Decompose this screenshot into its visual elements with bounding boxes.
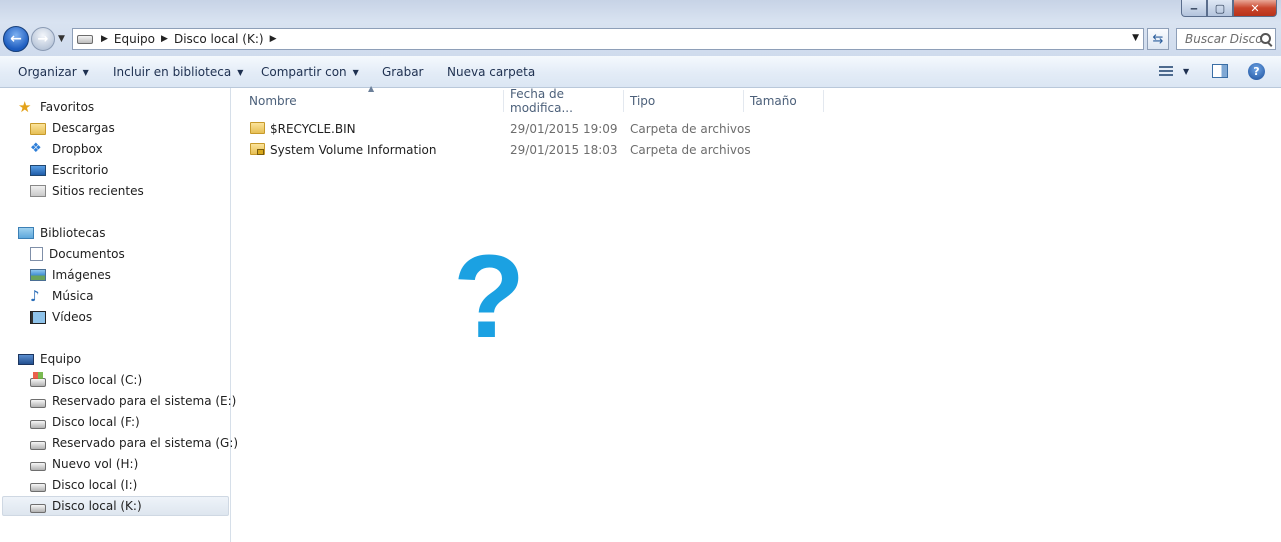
nav-item-documentos[interactable]: Documentos — [30, 244, 125, 264]
chevron-down-icon: ▼ — [58, 34, 65, 44]
windows-drive-icon — [30, 371, 46, 387]
downloads-folder-icon — [30, 123, 46, 135]
lock-icon — [257, 149, 264, 155]
nav-item-drive-c[interactable]: Disco local (C:) — [30, 370, 142, 390]
nav-item-drive-i[interactable]: Disco local (I:) — [30, 475, 137, 495]
desktop-icon — [30, 164, 46, 176]
search-box[interactable] — [1176, 28, 1276, 50]
column-header-size[interactable]: Tamaño — [744, 90, 824, 112]
forward-button[interactable]: → — [31, 27, 55, 51]
window-controls: ‒ ▢ ✕ — [1181, 0, 1277, 17]
preview-pane-icon[interactable] — [1212, 64, 1228, 78]
address-bar[interactable]: ▶ Equipo ▶ Disco local (K:) ▶ ▼ — [72, 28, 1144, 50]
refresh-button[interactable]: ⇆ — [1147, 28, 1169, 50]
hard-drive-icon — [30, 503, 46, 513]
folder-icon — [250, 122, 265, 134]
drive-icon — [77, 34, 93, 44]
nav-item-videos[interactable]: Vídeos — [30, 307, 92, 327]
breadcrumb-separator-icon[interactable]: ▶ — [270, 34, 277, 44]
new-folder-button[interactable]: Nueva carpeta — [447, 65, 535, 79]
star-icon: ★ — [18, 98, 32, 116]
film-strip-icon — [30, 310, 46, 324]
title-bar: ‒ ▢ ✕ ← → ▼ ▶ Equipo ▶ Disco local (K:) … — [0, 0, 1281, 56]
hard-drive-icon — [30, 440, 46, 450]
nav-favorites[interactable]: ★ Favoritos — [18, 97, 94, 117]
column-header-date[interactable]: Fecha de modifica... — [504, 87, 624, 115]
nav-item-descargas[interactable]: Descargas — [30, 118, 115, 138]
share-with-button[interactable]: Compartir con ▼ — [261, 65, 359, 79]
documents-icon — [30, 247, 43, 261]
maximize-button[interactable]: ▢ — [1207, 0, 1233, 17]
chevron-down-icon: ▼ — [352, 67, 359, 77]
help-icon[interactable]: ? — [1248, 63, 1265, 80]
file-row[interactable]: $RECYCLE.BIN 29/01/2015 19:09 Carpeta de… — [246, 119, 766, 139]
recent-pages-dropdown[interactable]: ▼ — [58, 34, 65, 44]
nav-item-musica[interactable]: ♪ Música — [30, 286, 94, 306]
nav-item-drive-k[interactable]: Disco local (K:) — [2, 496, 229, 516]
hard-drive-icon — [30, 461, 46, 471]
hard-drive-icon — [30, 482, 46, 492]
minimize-button[interactable]: ‒ — [1181, 0, 1207, 17]
close-button[interactable]: ✕ — [1233, 0, 1277, 17]
libraries-icon — [18, 227, 34, 239]
nav-item-escritorio[interactable]: Escritorio — [30, 160, 108, 180]
command-bar: Organizar ▼ Incluir en biblioteca ▼ Compar… — [0, 56, 1281, 88]
file-row[interactable]: System Volume Information 29/01/2015 18:… — [246, 140, 766, 160]
nav-computer[interactable]: Equipo — [18, 349, 81, 369]
column-header-name[interactable]: Nombre — [243, 90, 504, 112]
search-input[interactable] — [1185, 32, 1261, 46]
search-icon[interactable] — [1260, 33, 1271, 44]
hard-drive-icon — [30, 398, 46, 408]
hard-drive-icon — [30, 419, 46, 429]
pictures-icon — [30, 269, 46, 281]
nav-item-imagenes[interactable]: Imágenes — [30, 265, 111, 285]
chevron-down-icon: ▼ — [82, 67, 89, 77]
breadcrumb-disco-k[interactable]: Disco local (K:) — [174, 32, 264, 46]
include-library-button[interactable]: Incluir en biblioteca ▼ — [113, 65, 243, 79]
column-header-type[interactable]: Tipo — [624, 90, 744, 112]
refresh-icon: ⇆ — [1152, 31, 1164, 47]
nav-item-drive-e[interactable]: Reservado para el sistema (E:) — [30, 391, 236, 411]
views-icon[interactable] — [1159, 66, 1173, 76]
breadcrumb-separator-icon[interactable]: ▶ — [101, 34, 108, 44]
arrow-left-icon: ← — [10, 31, 22, 47]
nav-item-drive-h[interactable]: Nuevo vol (H:) — [30, 454, 138, 474]
address-dropdown-icon[interactable]: ▼ — [1132, 33, 1139, 43]
music-note-icon: ♪ — [30, 287, 40, 305]
nav-item-drive-g[interactable]: Reservado para el sistema (G:) — [30, 433, 238, 453]
nav-libraries[interactable]: Bibliotecas — [18, 223, 105, 243]
nav-item-dropbox[interactable]: ❖ Dropbox — [30, 139, 103, 159]
back-button[interactable]: ← — [3, 26, 29, 52]
breadcrumb-equipo[interactable]: Equipo — [114, 32, 155, 46]
computer-icon — [18, 353, 34, 365]
views-dropdown-icon[interactable]: ▼ — [1183, 67, 1189, 76]
question-mark-overlay: ? — [453, 231, 526, 363]
burn-button[interactable]: Grabar — [382, 65, 424, 79]
organize-button[interactable]: Organizar ▼ — [18, 65, 89, 79]
chevron-down-icon: ▼ — [237, 67, 244, 77]
breadcrumb-separator-icon[interactable]: ▶ — [161, 34, 168, 44]
dropbox-icon: ❖ — [30, 141, 42, 156]
nav-item-drive-f[interactable]: Disco local (F:) — [30, 412, 140, 432]
nav-item-sitios-recientes[interactable]: Sitios recientes — [30, 181, 144, 201]
arrow-right-icon: → — [37, 31, 49, 47]
recent-places-icon — [30, 185, 46, 197]
